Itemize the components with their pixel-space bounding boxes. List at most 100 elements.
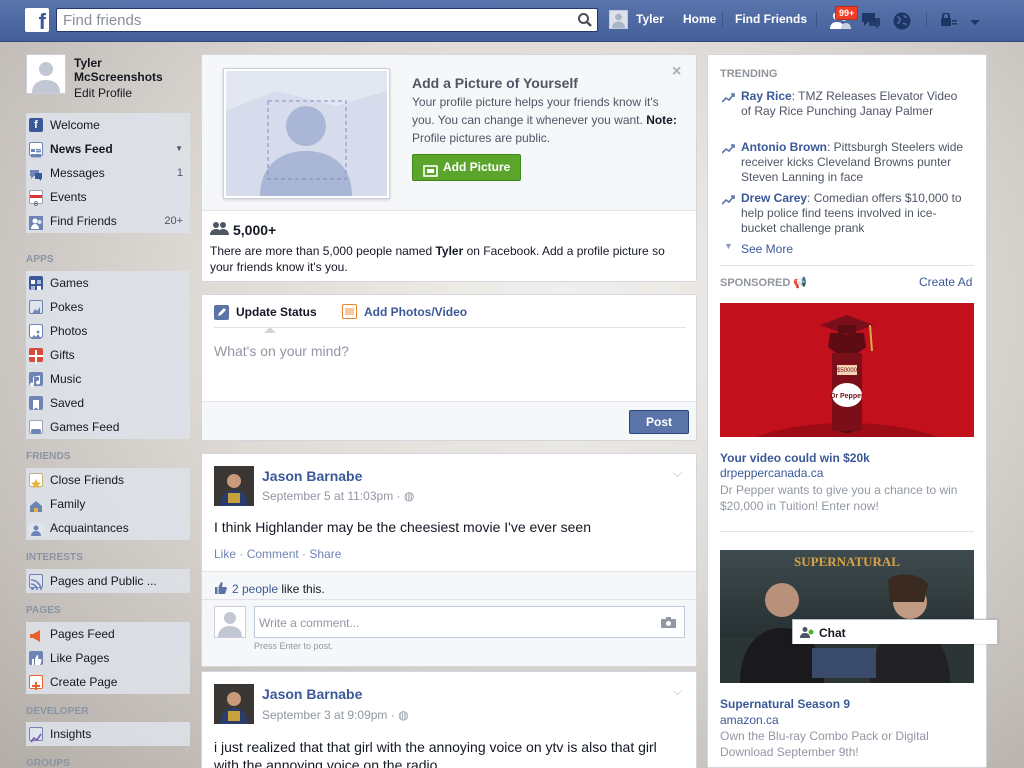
trending-item[interactable]: Ray Rice: TMZ Releases Elevator Video of… — [741, 89, 966, 119]
top-bar: f Tyler Home Find Friends 99+ — [0, 0, 1024, 42]
status-input[interactable]: What's on your mind? — [214, 343, 349, 359]
interests-nav: Pages and Public ... — [26, 569, 190, 593]
public-globe-icon: ◍ — [398, 708, 409, 722]
sidebar-item-photos[interactable]: Photos — [26, 319, 190, 343]
comment-input[interactable]: Write a comment... — [254, 606, 685, 638]
messages-icon[interactable] — [860, 11, 882, 33]
create-ad-link[interactable]: Create Ad — [919, 275, 972, 289]
thumbs-up-icon — [214, 581, 228, 598]
add-picture-button[interactable]: Add Picture — [412, 154, 521, 181]
ad-title[interactable]: Your video could win $20k — [720, 451, 870, 465]
post-actions: Like · Comment · Share — [214, 547, 342, 561]
see-more-caret-icon: ▼ — [724, 241, 733, 251]
facebook-icon: f — [29, 118, 43, 132]
groups-heading: GROUPS — [26, 758, 70, 768]
sidebar-item-close-friends[interactable]: Close Friends — [26, 468, 190, 492]
status-composer: Update Status Add Photos/Video What's on… — [201, 294, 697, 441]
sidebar-item-events[interactable]: 8 Events — [26, 185, 190, 209]
sidebar-item-create-page[interactable]: Create Page — [26, 670, 190, 694]
feed-post: Jason Barnabe September 5 at 11:03pm · ◍… — [201, 453, 697, 667]
sidebar-item-messages[interactable]: Messages 1 — [26, 161, 190, 185]
edit-profile-link[interactable]: Edit Profile — [74, 86, 132, 100]
post-author[interactable]: Jason Barnabe — [262, 686, 362, 702]
sidebar-item-welcome[interactable]: f Welcome — [26, 113, 190, 137]
close-icon[interactable]: × — [672, 64, 681, 80]
globe-notifications-icon[interactable] — [892, 11, 912, 34]
author-avatar[interactable] — [214, 684, 254, 724]
sidebar-item-gifts[interactable]: Gifts — [26, 343, 190, 367]
tab-add-photos-video[interactable]: Add Photos/Video — [364, 305, 467, 319]
chat-person-icon — [800, 626, 814, 641]
chevron-down-icon[interactable] — [969, 16, 981, 30]
active-tab-caret-icon — [264, 322, 276, 336]
ad-domain[interactable]: drpeppercanada.ca — [720, 466, 823, 480]
home-link[interactable]: Home — [683, 12, 716, 26]
apps-heading: APPS — [26, 254, 54, 265]
ad-description: Dr Pepper wants to give you a chance to … — [720, 483, 958, 513]
comment-link[interactable]: Comment — [247, 547, 299, 561]
search-icon[interactable] — [577, 12, 593, 31]
post-timestamp[interactable]: September 5 at 11:03pm · ◍ — [262, 489, 414, 503]
ad-title[interactable]: Supernatural Season 9 — [720, 697, 850, 711]
user-avatar-small[interactable] — [609, 10, 628, 29]
add-picture-title: Add a Picture of Yourself — [412, 75, 578, 91]
ad-description: Own the Blu-ray Combo Pack or Digital Do… — [720, 729, 929, 759]
sidebar-item-music[interactable]: Music — [26, 367, 190, 391]
facebook-logo-icon[interactable]: f — [25, 8, 49, 32]
trending-item[interactable]: Antonio Brown: Pittsburgh Steelers wide … — [741, 140, 966, 185]
commenter-avatar — [214, 606, 246, 638]
sidebar-item-news-feed[interactable]: News Feed ▼ — [26, 137, 190, 161]
profile-photo-frame[interactable] — [223, 68, 390, 199]
trending-arrow-icon — [721, 92, 736, 103]
privacy-shortcuts-icon[interactable] — [940, 12, 958, 30]
post-button[interactable]: Post — [629, 410, 689, 434]
post-options-chevron-icon[interactable]: ⌵ — [673, 684, 682, 699]
post-author[interactable]: Jason Barnabe — [262, 468, 362, 484]
sidebar-item-saved[interactable]: Saved — [26, 391, 190, 415]
notification-badge: 99+ — [835, 6, 859, 20]
post-timestamp[interactable]: September 3 at 9:09pm · ◍ — [262, 708, 409, 722]
share-link[interactable]: Share — [309, 547, 341, 561]
pages-heading: PAGES — [26, 605, 61, 616]
user-name-link[interactable]: Tyler — [636, 12, 664, 26]
camera-icon[interactable] — [661, 616, 676, 631]
profile-name[interactable]: Tyler McScreenshots — [74, 56, 184, 84]
tab-update-status[interactable]: Update Status — [236, 305, 317, 319]
search-input[interactable] — [57, 9, 557, 31]
pencil-icon — [214, 305, 229, 320]
trending-arrow-icon — [721, 143, 736, 154]
see-more-link[interactable]: See More — [741, 242, 793, 256]
likers-link[interactable]: 2 people — [232, 582, 278, 596]
gifts-icon — [29, 348, 43, 364]
ad-bottle-brand: Dr Pepper — [830, 393, 864, 400]
sidebar-item-pages-and-public[interactable]: Pages and Public ... — [26, 569, 190, 593]
sidebar-item-find-friends[interactable]: Find Friends 20+ — [26, 209, 190, 233]
search-box[interactable] — [56, 8, 598, 32]
post-options-chevron-icon[interactable]: ⌵ — [673, 466, 682, 481]
author-avatar[interactable] — [214, 466, 254, 506]
trending-item[interactable]: Drew Carey: Comedian offers $10,000 to h… — [741, 191, 966, 236]
sidebar-item-like-pages[interactable]: Like Pages — [26, 646, 190, 670]
news-feed-options-icon[interactable]: ▼ — [175, 137, 183, 161]
games-feed-icon — [29, 420, 43, 434]
favorites-nav: f Welcome News Feed ▼ Messages 1 8 Events Fi… — [26, 113, 190, 233]
sidebar-item-games-feed[interactable]: Games Feed — [26, 415, 190, 439]
profile-picture-placeholder[interactable] — [26, 54, 66, 94]
public-globe-icon: ◍ — [403, 489, 415, 503]
trending-arrow-icon — [721, 194, 736, 205]
find-friends-link[interactable]: Find Friends — [735, 12, 807, 26]
sidebar-item-family[interactable]: Family — [26, 492, 190, 516]
like-link[interactable]: Like — [214, 547, 236, 561]
ad-image[interactable]: Dr Pepper $50000 — [720, 303, 974, 437]
ad-domain[interactable]: amazon.ca — [720, 713, 779, 727]
chat-tab[interactable]: Chat — [792, 619, 998, 644]
sidebar-item-games[interactable]: Games — [26, 271, 190, 295]
music-icon — [29, 372, 43, 387]
sidebar-item-insights[interactable]: Insights — [26, 722, 190, 746]
insights-icon — [29, 727, 43, 743]
people-count: 5,000+ — [233, 222, 277, 238]
sidebar-item-acquaintances[interactable]: Acquaintances — [26, 516, 190, 540]
sidebar-item-pages-feed[interactable]: Pages Feed — [26, 622, 190, 646]
sidebar-item-pokes[interactable]: Pokes — [26, 295, 190, 319]
ad-image[interactable]: SUPERNATURAL — [720, 550, 974, 683]
